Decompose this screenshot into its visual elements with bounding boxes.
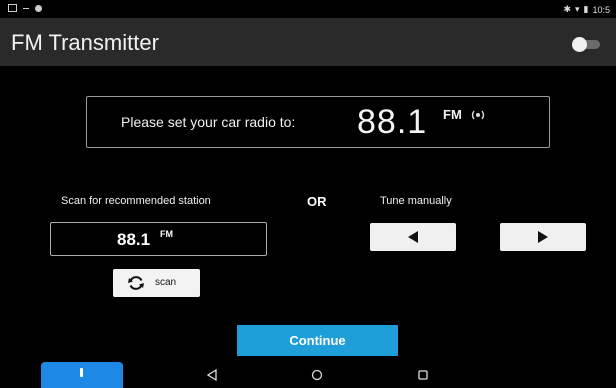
bluetooth-icon: ✱ (563, 4, 571, 14)
battery-icon: ▮ (583, 4, 589, 14)
back-icon[interactable] (205, 368, 219, 382)
continue-button-label: Continue (289, 333, 346, 348)
home-icon[interactable] (310, 368, 324, 382)
recents-icon[interactable] (416, 368, 430, 382)
tune-down-button[interactable] (370, 223, 456, 251)
mic-button[interactable] (41, 362, 123, 388)
notification-icon (8, 4, 17, 12)
scan-section-label: Scan for recommended station (61, 195, 211, 207)
app-bar: FM Transmitter (0, 18, 616, 66)
wifi-icon: ▾ (574, 4, 580, 14)
toggle-thumb (572, 37, 587, 52)
recommended-frequency: 88.1 (117, 230, 151, 249)
triangle-left-icon (408, 231, 418, 243)
transmitter-toggle[interactable] (572, 37, 602, 52)
continue-button[interactable]: Continue (237, 325, 398, 356)
frequency-panel: Please set your car radio to: 88.1 FM (86, 96, 550, 148)
refresh-icon (128, 276, 144, 290)
status-bar: ✱ ▾ ▮ 10:5 (0, 0, 616, 18)
minus-icon (23, 7, 29, 9)
scan-button[interactable]: scan (113, 269, 200, 297)
status-left-icons (8, 4, 42, 12)
android-icon (35, 4, 42, 12)
radio-waves-icon (471, 110, 485, 120)
frequency-prompt: Please set your car radio to: (121, 114, 296, 130)
triangle-right-icon (538, 231, 548, 243)
frequency-band: FM (443, 107, 462, 122)
or-label: OR (307, 194, 327, 209)
status-right-icons: ✱ ▾ ▮ 10:5 (563, 4, 610, 15)
app-title: FM Transmitter (11, 30, 159, 55)
scan-button-label: scan (155, 277, 177, 288)
tune-section-label: Tune manually (380, 195, 452, 207)
navigation-bar (0, 362, 616, 388)
recommended-station-box: 88.1 FM (50, 222, 267, 256)
mic-icon (80, 368, 83, 377)
tune-up-button[interactable] (500, 223, 586, 251)
recommended-band: FM (160, 229, 173, 239)
status-time: 10:5 (592, 4, 610, 15)
current-frequency: 88.1 (357, 103, 428, 141)
